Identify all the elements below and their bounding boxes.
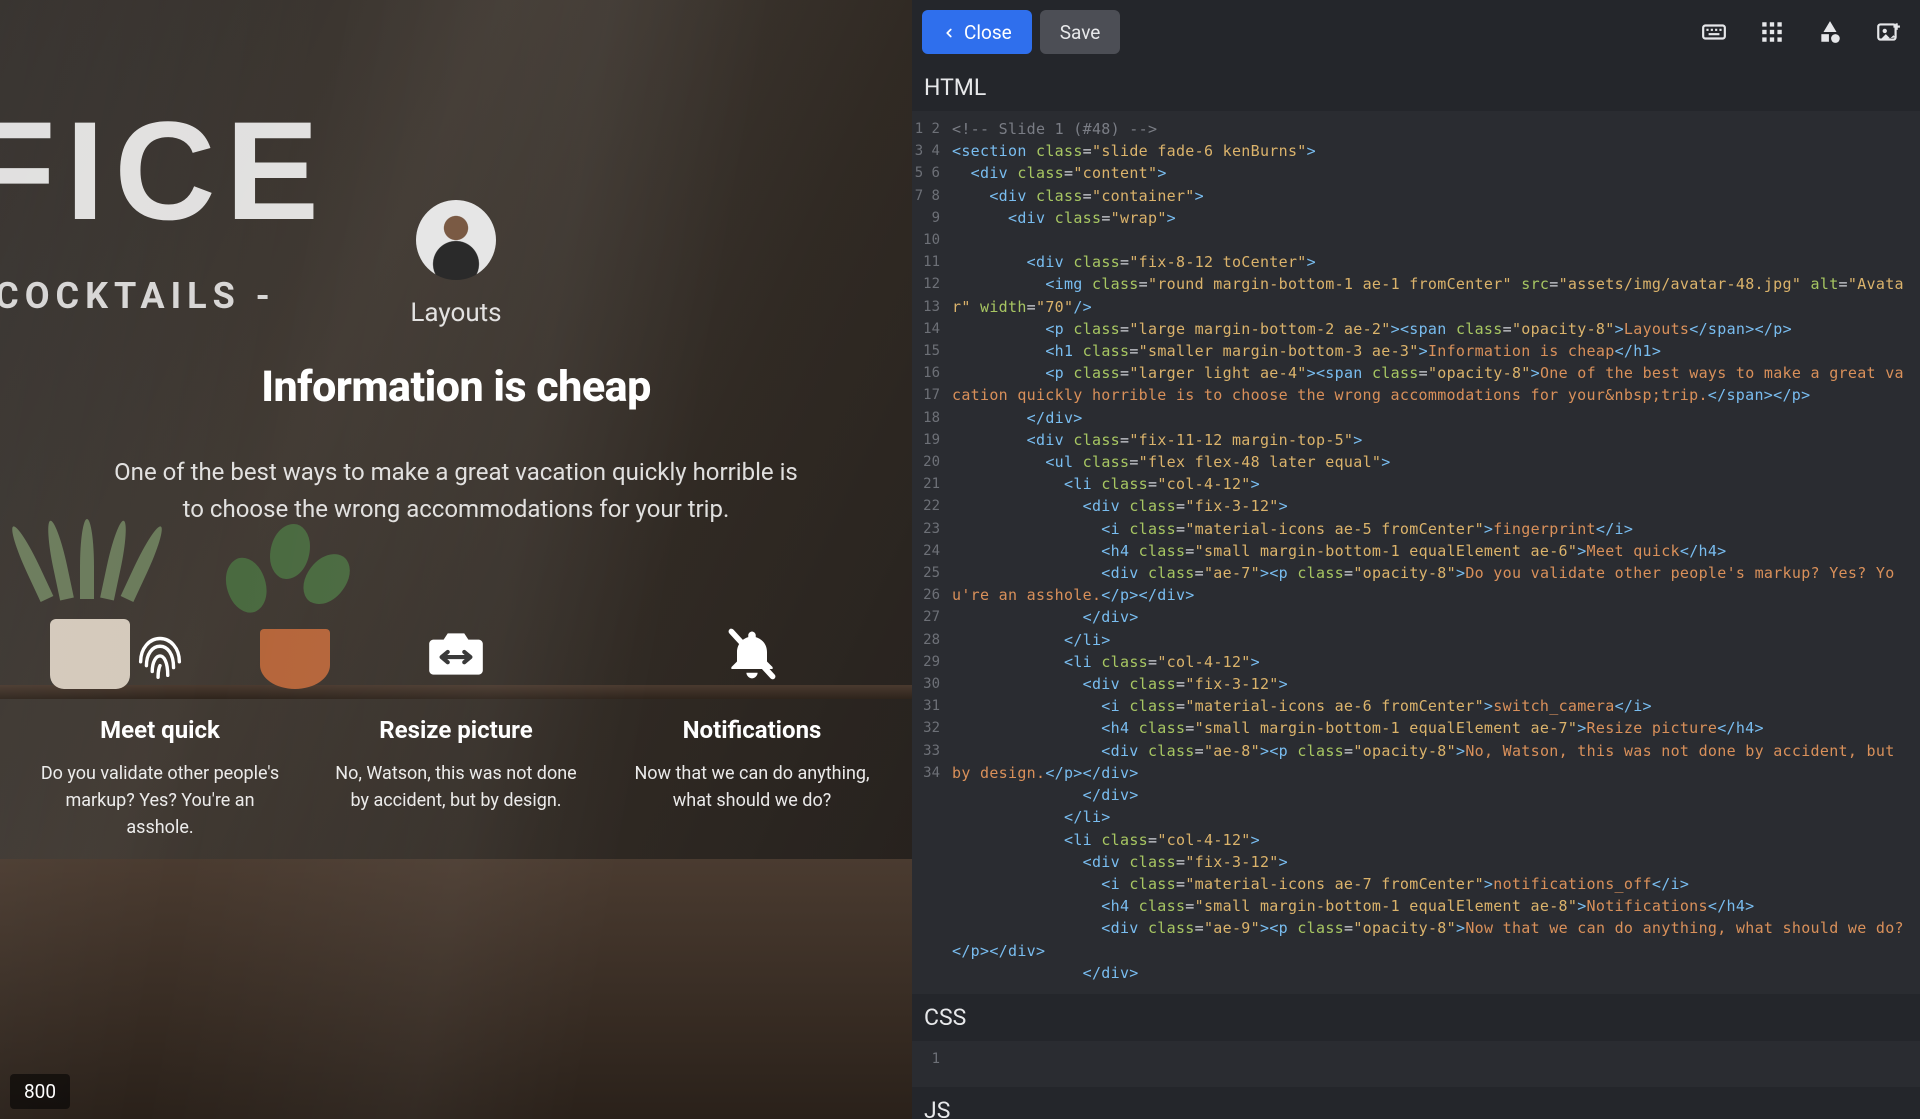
notifications-off-icon (627, 618, 877, 690)
feature-title: Meet quick (35, 716, 285, 744)
feature-title: Resize picture (331, 716, 581, 744)
grid-icon[interactable] (1758, 18, 1786, 46)
feature-meet-quick: Meet quick Do you validate other people'… (35, 618, 285, 841)
code-content[interactable]: <!-- Slide 1 (#48) --> <section class="s… (912, 111, 1920, 994)
chevron-left-icon (942, 21, 956, 44)
section-label-js: JS (912, 1087, 1920, 1119)
close-label: Close (964, 21, 1012, 44)
html-code-editor[interactable]: 1 2 3 4 5 6 7 8 9 10 11 12 13 14 15 16 1… (912, 111, 1920, 994)
fingerprint-icon (35, 618, 285, 690)
feature-title: Notifications (627, 716, 877, 744)
line-gutter: 1 2 3 4 5 6 7 8 9 10 11 12 13 14 15 16 1… (912, 111, 946, 994)
switch-camera-icon (331, 618, 581, 690)
lead-text: One of the best ways to make a great vac… (106, 454, 806, 528)
save-button[interactable]: Save (1040, 10, 1121, 54)
feature-notifications: Notifications Now that we can do anythin… (627, 618, 877, 841)
shapes-icon[interactable] (1816, 18, 1844, 46)
editor-topbar: Close Save (912, 0, 1920, 64)
editor-panel: Close Save HTML 1 2 3 4 5 6 7 8 9 10 11 (912, 0, 1920, 1119)
save-label: Save (1060, 21, 1101, 44)
feature-desc: Do you validate other people's markup? Y… (35, 760, 285, 841)
css-code-editor[interactable]: 1 (912, 1041, 1920, 1087)
slide-preview: FICE - COCKTAILS - Layouts (0, 0, 912, 1119)
layouts-label: Layouts (410, 298, 501, 328)
close-button[interactable]: Close (922, 10, 1032, 54)
add-image-icon[interactable] (1874, 18, 1902, 46)
section-label-css: CSS (912, 994, 1920, 1041)
width-badge: 800 (10, 1074, 70, 1109)
features-row: Meet quick Do you validate other people'… (35, 618, 877, 841)
section-label-html: HTML (912, 64, 1920, 111)
avatar (416, 200, 496, 280)
feature-resize-picture: Resize picture No, Watson, this was not … (331, 618, 581, 841)
feature-desc: Now that we can do anything, what should… (627, 760, 877, 814)
line-gutter: 1 (912, 1041, 946, 1087)
code-content[interactable] (912, 1041, 1920, 1058)
headline: Information is cheap (261, 362, 651, 412)
feature-desc: No, Watson, this was not done by acciden… (331, 760, 581, 814)
keyboard-icon[interactable] (1700, 18, 1728, 46)
